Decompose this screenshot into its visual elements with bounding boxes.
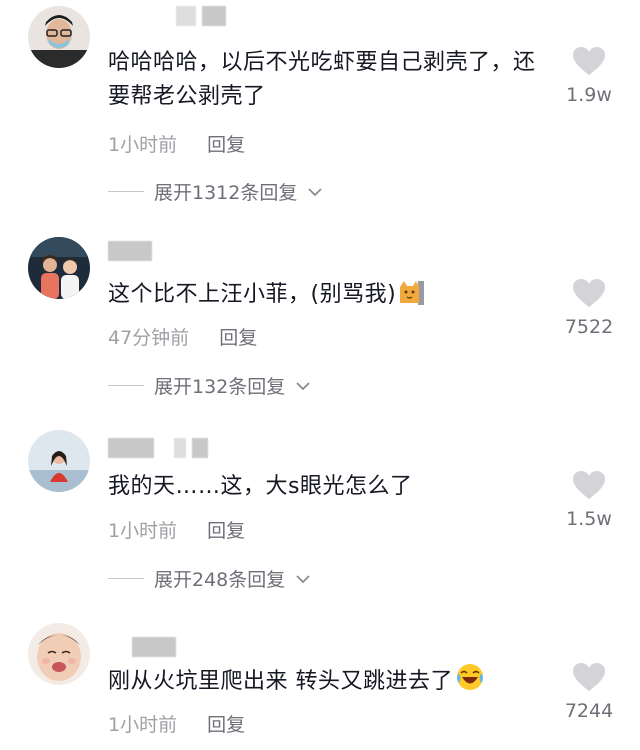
chevron-down-icon — [296, 574, 310, 583]
username-obscured — [108, 241, 152, 261]
like-button[interactable]: 1.5w — [554, 470, 624, 530]
comment-meta: 1小时前 回复 — [108, 516, 245, 543]
reply-button[interactable]: 回复 — [207, 710, 245, 737]
expand-replies-button[interactable]: 展开248条回复 — [108, 565, 311, 592]
username[interactable] — [132, 637, 176, 657]
like-button[interactable]: 7244 — [554, 662, 624, 722]
comment-time: 1小时前 — [108, 714, 178, 736]
comment-text-content: 这个比不上汪小菲，(别骂我) — [108, 282, 397, 307]
reply-button[interactable]: 回复 — [219, 323, 257, 350]
heart-icon — [573, 47, 605, 75]
username-obscured — [132, 637, 176, 657]
like-count: 7244 — [564, 700, 614, 722]
reply-button[interactable]: 回复 — [207, 130, 245, 157]
comment-text: 这个比不上汪小菲，(别骂我) — [108, 278, 548, 316]
username-obscured — [202, 6, 226, 26]
avatar[interactable] — [28, 237, 90, 299]
divider-line — [108, 191, 144, 192]
username-obscured — [174, 438, 186, 458]
heart-icon — [573, 471, 605, 499]
comment-meta: 1小时前 回复 — [108, 710, 245, 737]
username[interactable] — [176, 6, 226, 26]
chevron-down-icon — [308, 187, 322, 196]
reply-button[interactable]: 回复 — [207, 516, 245, 543]
comment-text: 我的天……这，大s眼光怎么了 — [108, 474, 413, 499]
avatar[interactable] — [28, 6, 90, 68]
username[interactable] — [108, 438, 208, 458]
comment-meta: 1小时前 回复 — [108, 130, 245, 157]
username[interactable] — [108, 241, 152, 261]
laughing-emoji-icon — [455, 662, 485, 703]
like-count: 1.5w — [566, 508, 612, 530]
divider-line — [108, 385, 144, 386]
comment-text-content: 刚从火坑里爬出来 转头又跳进去了 — [108, 669, 453, 694]
expand-replies-button[interactable]: 展开1312条回复 — [108, 178, 323, 205]
username-obscured — [108, 438, 154, 458]
avatar[interactable] — [28, 623, 90, 685]
comment-text: 哈哈哈哈，以后不光吃虾要自己剥壳了，还要帮老公剥壳了 — [108, 50, 536, 109]
comment-time: 1小时前 — [108, 520, 178, 542]
comment-meta: 47分钟前 回复 — [108, 323, 257, 350]
chevron-down-icon — [296, 381, 310, 390]
like-count: 1.9w — [566, 84, 612, 106]
expand-replies-button[interactable]: 展开132条回复 — [108, 372, 311, 399]
expand-replies-label: 展开132条回复 — [154, 376, 286, 398]
expand-replies-label: 展开248条回复 — [154, 569, 286, 591]
divider-line — [108, 578, 144, 579]
comment-time: 47分钟前 — [108, 327, 190, 349]
username-obscured — [176, 6, 196, 26]
avatar[interactable] — [28, 430, 90, 492]
comment-text: 刚从火坑里爬出来 转头又跳进去了 — [108, 662, 548, 703]
expand-replies-label: 展开1312条回复 — [154, 182, 298, 204]
like-count: 7522 — [564, 316, 614, 338]
cat-emoji-icon — [398, 279, 425, 316]
heart-icon — [573, 279, 605, 307]
username-obscured — [192, 438, 208, 458]
like-button[interactable]: 7522 — [554, 278, 624, 338]
like-button[interactable]: 1.9w — [554, 46, 624, 106]
comment-time: 1小时前 — [108, 134, 178, 156]
heart-icon — [573, 663, 605, 691]
